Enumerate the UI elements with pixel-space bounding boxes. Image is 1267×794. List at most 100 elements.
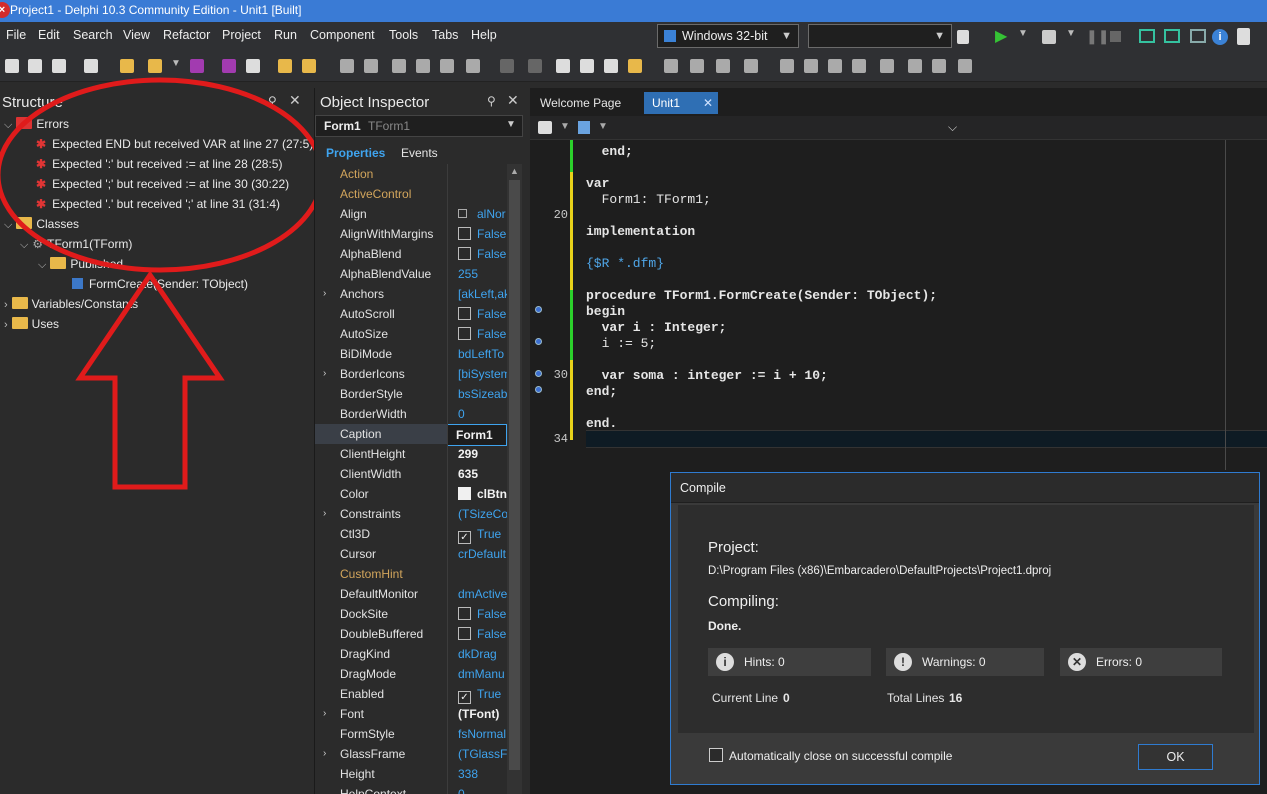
property-value[interactable]: ✓ True — [458, 684, 507, 704]
code-line[interactable]: i := 5; — [586, 336, 657, 351]
tab-events[interactable]: Events — [401, 146, 438, 160]
chevron-down-icon[interactable]: ▼ — [598, 121, 608, 132]
step-icon[interactable] — [1139, 29, 1155, 43]
property-row[interactable]: DragKind dkDrag — [315, 644, 507, 664]
config-select[interactable]: ▼ — [808, 24, 952, 48]
align-center-icon[interactable] — [440, 59, 454, 73]
property-value[interactable]: dmManu — [458, 664, 507, 684]
menu-view[interactable]: View — [123, 28, 150, 42]
menu-tools[interactable]: Tools — [389, 28, 418, 42]
checkbox-icon[interactable] — [458, 227, 471, 240]
property-value[interactable]: 255 — [458, 264, 507, 284]
object-selector[interactable]: Form1 TForm1 ▼ — [315, 115, 523, 137]
chevron-right-icon[interactable]: › — [323, 504, 326, 524]
auto-close-label[interactable]: Automatically close on successful compil… — [729, 749, 952, 763]
align-top-icon[interactable] — [392, 59, 406, 73]
property-value[interactable]: False — [458, 224, 507, 244]
chevron-down-icon[interactable]: ▼ — [1066, 28, 1076, 39]
checkbox-icon[interactable] — [458, 627, 471, 640]
tab-welcome-page[interactable]: Welcome Page — [532, 92, 629, 114]
property-value[interactable]: False — [458, 604, 507, 624]
code-line[interactable]: implementation — [586, 224, 695, 239]
chevron-down-icon[interactable]: ▼ — [171, 58, 181, 69]
inspector-scrollbar[interactable]: ▲ — [507, 164, 522, 794]
property-value[interactable]: dkDrag — [458, 644, 507, 664]
distribute-icon[interactable] — [958, 59, 972, 73]
breakpoint-dot[interactable] — [535, 306, 542, 313]
property-row[interactable]: DockSite False — [315, 604, 507, 624]
auto-close-checkbox[interactable] — [709, 748, 723, 762]
code-line[interactable]: end; — [586, 384, 617, 399]
property-value[interactable]: 0 — [458, 784, 507, 794]
device-icon[interactable] — [957, 30, 969, 44]
menu-file[interactable]: File — [6, 28, 26, 42]
property-row[interactable]: AlignWithMargins False — [315, 224, 507, 244]
distribute-icon[interactable] — [828, 59, 842, 73]
property-row[interactable]: AutoScroll False — [315, 304, 507, 324]
code-line[interactable]: var soma : integer := i + 10; — [586, 368, 828, 383]
property-value[interactable]: (TSizeCon — [458, 504, 507, 524]
property-row[interactable]: › Font (TFont) — [315, 704, 507, 724]
distribute-icon[interactable] — [932, 59, 946, 73]
distribute-icon[interactable] — [852, 59, 866, 73]
tab-unit1[interactable]: Unit1 ✕ — [644, 92, 718, 114]
chevron-down-icon[interactable]: ⌵ — [948, 120, 957, 135]
pin-icon[interactable]: ⚲ — [487, 94, 496, 108]
chevron-down-icon[interactable]: ▼ — [560, 121, 570, 132]
property-value[interactable]: Form1 — [447, 424, 507, 446]
distribute-icon[interactable] — [908, 59, 922, 73]
property-row[interactable]: DoubleBuffered False — [315, 624, 507, 644]
property-row[interactable]: FormStyle fsNormal — [315, 724, 507, 744]
stop-icon[interactable] — [1110, 31, 1121, 42]
property-row[interactable]: ActiveControl — [315, 184, 507, 204]
checkbox-icon[interactable] — [458, 327, 471, 340]
code-line[interactable]: procedure TForm1.FormCreate(Sender: TObj… — [586, 288, 937, 303]
property-value[interactable]: 0 — [458, 404, 507, 424]
checkbox-icon[interactable] — [458, 247, 471, 260]
chevron-down-icon[interactable]: ▼ — [1018, 28, 1028, 39]
property-value[interactable]: alNor — [458, 204, 507, 224]
ok-button[interactable]: OK — [1138, 744, 1213, 770]
breakpoint-dot[interactable] — [535, 370, 542, 377]
code-line[interactable]: var — [586, 176, 609, 191]
edit-icon[interactable] — [628, 59, 642, 73]
chevron-right-icon[interactable]: › — [323, 704, 326, 724]
menu-tabs[interactable]: Tabs — [432, 28, 458, 42]
menu-search[interactable]: Search — [73, 28, 113, 42]
bring-front-icon[interactable] — [556, 59, 570, 73]
property-row[interactable]: Height 338 — [315, 764, 507, 784]
property-row[interactable]: › GlassFrame (TGlassFra — [315, 744, 507, 764]
property-row[interactable]: CustomHint — [315, 564, 507, 584]
distribute-icon[interactable] — [804, 59, 818, 73]
info-icon[interactable]: i — [1212, 29, 1228, 45]
menu-edit[interactable]: Edit — [38, 28, 60, 42]
space-icon[interactable] — [744, 59, 758, 73]
code-line[interactable]: var i : Integer; — [586, 320, 727, 335]
menu-project[interactable]: Project — [222, 28, 261, 42]
property-row[interactable]: AlphaBlend False — [315, 244, 507, 264]
property-value[interactable]: ✓ True — [458, 524, 507, 544]
property-value[interactable]: (TFont) — [458, 704, 507, 724]
property-value[interactable]: 338 — [458, 764, 507, 784]
property-row[interactable]: DragMode dmManu — [315, 664, 507, 684]
property-value[interactable]: [biSystem — [458, 364, 507, 384]
property-row[interactable]: BiDiMode bdLeftTo — [315, 344, 507, 364]
property-row[interactable]: › BorderIcons [biSystem — [315, 364, 507, 384]
property-row[interactable]: BorderStyle bsSizeabl — [315, 384, 507, 404]
property-row[interactable]: HelpContext 0 — [315, 784, 507, 794]
property-value[interactable]: (TGlassFra — [458, 744, 507, 764]
lock-controls-icon[interactable] — [604, 59, 618, 73]
tab-properties[interactable]: Properties — [326, 146, 385, 160]
run-without-debug-icon[interactable] — [1042, 30, 1056, 44]
platform-select[interactable]: Windows 32-bit ▼ — [657, 24, 799, 48]
property-row[interactable]: DefaultMonitor dmActive — [315, 584, 507, 604]
property-value[interactable]: clBtn — [458, 484, 507, 504]
scrollbar-thumb[interactable] — [509, 180, 520, 770]
align-right-icon[interactable] — [364, 59, 378, 73]
scroll-up-icon[interactable]: ▲ — [510, 166, 519, 176]
property-row[interactable]: BorderWidth 0 — [315, 404, 507, 424]
column-separator[interactable] — [447, 164, 448, 794]
property-row[interactable]: › Anchors [akLeft,ak — [315, 284, 507, 304]
property-value[interactable]: crDefault — [458, 544, 507, 564]
property-value[interactable]: [akLeft,ak — [458, 284, 507, 304]
